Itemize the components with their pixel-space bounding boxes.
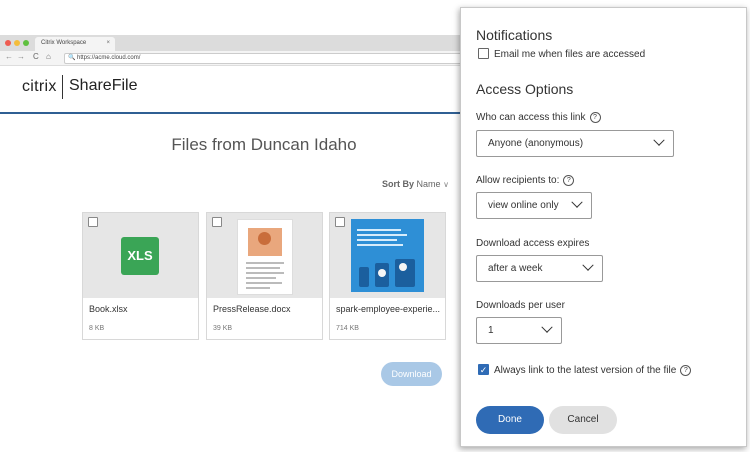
url-text: https://acme.cloud.com/	[77, 55, 141, 61]
tab-close-icon[interactable]: ×	[106, 40, 110, 46]
file-size: 8 KB	[89, 325, 105, 332]
file-size: 39 KB	[213, 325, 233, 332]
file-size: 714 KB	[336, 325, 359, 332]
downloads-per-user-select[interactable]: 1	[476, 317, 562, 344]
presentation-preview-icon	[351, 219, 424, 292]
file-card[interactable]: XLS Book.xlsx 8 KB	[82, 212, 199, 340]
downloads-per-user-value: 1	[488, 325, 494, 336]
help-icon[interactable]: ?	[563, 175, 575, 186]
reload-icon[interactable]: C	[33, 52, 39, 61]
help-icon[interactable]: ?	[680, 365, 692, 376]
browser-toolbar: ← → C ⌂ 🔍 https://acme.cloud.com/	[0, 51, 470, 66]
file-select-checkbox[interactable]	[212, 217, 222, 227]
sort-value: Name	[416, 179, 441, 189]
latest-version-checkbox[interactable]: ✓	[478, 364, 489, 375]
latest-version-label: Always link to the latest version of the…	[494, 365, 692, 376]
back-icon[interactable]: ←	[5, 52, 13, 61]
file-thumbnail: XLS	[83, 213, 198, 298]
file-name: PressRelease.docx	[213, 304, 291, 314]
file-card[interactable]: spark-employee-experie... 714 KB	[329, 212, 446, 340]
help-icon[interactable]: ?	[589, 112, 601, 123]
download-expires-select[interactable]: after a week	[476, 255, 603, 282]
file-select-checkbox[interactable]	[335, 217, 345, 227]
chevron-down-icon	[541, 321, 553, 333]
share-options-panel: Notifications Email me when files are ac…	[460, 7, 747, 447]
file-name: Book.xlsx	[89, 304, 128, 314]
excel-file-icon: XLS	[121, 237, 159, 275]
file-select-checkbox[interactable]	[88, 217, 98, 227]
allow-recipients-value: view online only	[488, 200, 559, 211]
file-card[interactable]: PressRelease.docx 39 KB	[206, 212, 323, 340]
who-can-access-label: Who can access this link?	[476, 112, 601, 123]
email-notify-label: Email me when files are accessed	[494, 49, 646, 60]
browser-tab-title: Citrix Workspace	[41, 40, 87, 46]
chevron-down-icon: ∨	[443, 180, 449, 189]
who-can-access-select[interactable]: Anyone (anonymous)	[476, 130, 674, 157]
sort-label: Sort By	[382, 179, 415, 189]
sort-dropdown[interactable]: Sort By Name ∨	[382, 179, 449, 189]
access-options-heading: Access Options	[476, 81, 574, 97]
download-expires-value: after a week	[488, 263, 543, 274]
file-name: spark-employee-experie...	[336, 304, 441, 314]
chevron-down-icon	[653, 134, 665, 146]
citrix-logo: citrix	[22, 78, 57, 95]
email-notify-checkbox[interactable]	[478, 48, 489, 59]
browser-tab[interactable]: Citrix Workspace ×	[35, 37, 115, 51]
document-preview-icon	[237, 219, 293, 295]
allow-recipients-select[interactable]: view online only	[476, 192, 592, 219]
maximize-window-dot[interactable]	[23, 40, 29, 46]
chevron-down-icon	[571, 196, 583, 208]
who-can-access-value: Anyone (anonymous)	[488, 138, 584, 149]
notifications-heading: Notifications	[476, 27, 553, 43]
done-button[interactable]: Done	[476, 406, 544, 434]
chevron-down-icon	[582, 259, 594, 271]
download-expires-label: Download access expires	[476, 238, 590, 249]
browser-tab-bar: Citrix Workspace ×	[0, 35, 470, 51]
downloads-per-user-label: Downloads per user	[476, 300, 565, 311]
page-title: Files from Duncan Idaho	[171, 135, 357, 154]
sharefile-logo: ShareFile	[69, 77, 138, 94]
close-window-dot[interactable]	[5, 40, 11, 46]
forward-icon[interactable]: →	[17, 52, 25, 61]
file-thumbnail	[207, 213, 322, 298]
home-icon[interactable]: ⌂	[46, 52, 51, 61]
search-icon: 🔍	[68, 55, 76, 61]
app-header: citrix ShareFile	[0, 66, 470, 114]
allow-recipients-label: Allow recipients to:?	[476, 175, 575, 186]
download-button[interactable]: Download	[381, 362, 442, 386]
address-bar[interactable]: 🔍 https://acme.cloud.com/	[64, 53, 464, 64]
logo-divider	[62, 75, 63, 99]
minimize-window-dot[interactable]	[14, 40, 20, 46]
cancel-button[interactable]: Cancel	[549, 406, 617, 434]
file-thumbnail	[330, 213, 445, 298]
